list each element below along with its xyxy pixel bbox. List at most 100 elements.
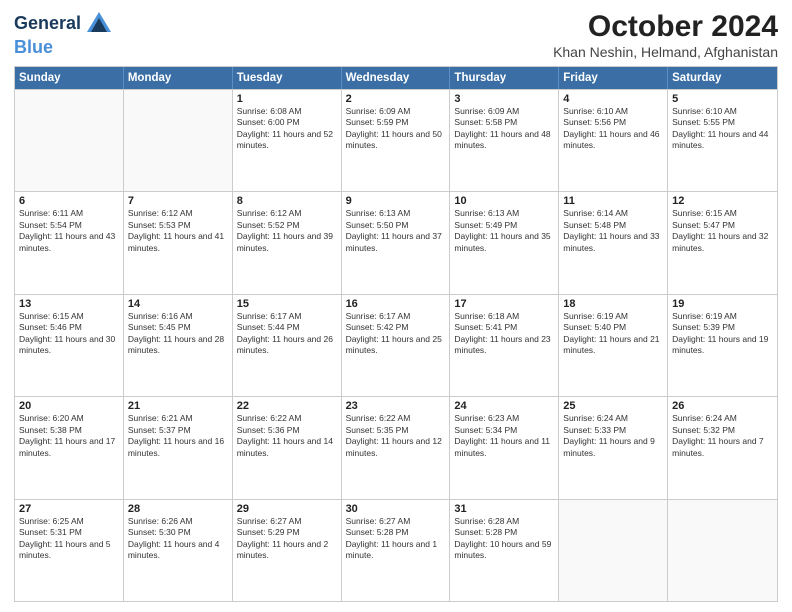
sunset-text: Sunset: 5:28 PM [346,527,409,537]
sunset-text: Sunset: 5:30 PM [128,527,191,537]
day-number: 27 [19,503,119,515]
header-day-tuesday: Tuesday [233,67,342,89]
daylight-text: Daylight: 11 hours and 14 minutes. [237,436,333,457]
day-info: Sunrise: 6:10 AMSunset: 5:56 PMDaylight:… [563,106,663,152]
day-number: 23 [346,400,446,412]
table-row: 7Sunrise: 6:12 AMSunset: 5:53 PMDaylight… [124,192,233,293]
daylight-text: Daylight: 11 hours and 2 minutes. [237,539,329,560]
daylight-text: Daylight: 11 hours and 7 minutes. [672,436,764,457]
table-row: 21Sunrise: 6:21 AMSunset: 5:37 PMDayligh… [124,397,233,498]
calendar-week-4: 27Sunrise: 6:25 AMSunset: 5:31 PMDayligh… [15,499,777,601]
daylight-text: Daylight: 11 hours and 39 minutes. [237,231,333,252]
table-row: 9Sunrise: 6:13 AMSunset: 5:50 PMDaylight… [342,192,451,293]
sunrise-text: Sunrise: 6:14 AM [563,208,628,218]
sunset-text: Sunset: 5:48 PM [563,220,626,230]
day-number: 1 [237,93,337,105]
table-row: 16Sunrise: 6:17 AMSunset: 5:42 PMDayligh… [342,295,451,396]
sunrise-text: Sunrise: 6:08 AM [237,106,302,116]
day-info: Sunrise: 6:22 AMSunset: 5:35 PMDaylight:… [346,413,446,459]
day-number: 16 [346,298,446,310]
table-row: 18Sunrise: 6:19 AMSunset: 5:40 PMDayligh… [559,295,668,396]
table-row: 24Sunrise: 6:23 AMSunset: 5:34 PMDayligh… [450,397,559,498]
table-row: 26Sunrise: 6:24 AMSunset: 5:32 PMDayligh… [668,397,777,498]
table-row: 2Sunrise: 6:09 AMSunset: 5:59 PMDaylight… [342,90,451,191]
table-row: 30Sunrise: 6:27 AMSunset: 5:28 PMDayligh… [342,500,451,601]
day-number: 2 [346,93,446,105]
day-number: 20 [19,400,119,412]
table-row: 25Sunrise: 6:24 AMSunset: 5:33 PMDayligh… [559,397,668,498]
logo-blue-text: Blue [14,38,53,58]
header-day-monday: Monday [124,67,233,89]
sunrise-text: Sunrise: 6:09 AM [346,106,411,116]
sunset-text: Sunset: 5:44 PM [237,322,300,332]
calendar-week-0: 1Sunrise: 6:08 AMSunset: 6:00 PMDaylight… [15,89,777,191]
daylight-text: Daylight: 11 hours and 17 minutes. [19,436,115,457]
sunrise-text: Sunrise: 6:16 AM [128,311,193,321]
sunset-text: Sunset: 5:47 PM [672,220,735,230]
sunrise-text: Sunrise: 6:13 AM [346,208,411,218]
sunset-text: Sunset: 5:40 PM [563,322,626,332]
daylight-text: Daylight: 11 hours and 48 minutes. [454,129,550,150]
table-row: 19Sunrise: 6:19 AMSunset: 5:39 PMDayligh… [668,295,777,396]
table-row [124,90,233,191]
day-info: Sunrise: 6:25 AMSunset: 5:31 PMDaylight:… [19,516,119,562]
table-row [668,500,777,601]
table-row: 8Sunrise: 6:12 AMSunset: 5:52 PMDaylight… [233,192,342,293]
day-number: 15 [237,298,337,310]
sunset-text: Sunset: 5:31 PM [19,527,82,537]
day-number: 5 [672,93,773,105]
table-row: 3Sunrise: 6:09 AMSunset: 5:58 PMDaylight… [450,90,559,191]
day-info: Sunrise: 6:19 AMSunset: 5:40 PMDaylight:… [563,311,663,357]
daylight-text: Daylight: 11 hours and 30 minutes. [19,334,115,355]
sunrise-text: Sunrise: 6:20 AM [19,413,84,423]
day-info: Sunrise: 6:28 AMSunset: 5:28 PMDaylight:… [454,516,554,562]
sunset-text: Sunset: 5:37 PM [128,425,191,435]
sunrise-text: Sunrise: 6:25 AM [19,516,84,526]
daylight-text: Daylight: 11 hours and 46 minutes. [563,129,659,150]
table-row: 29Sunrise: 6:27 AMSunset: 5:29 PMDayligh… [233,500,342,601]
day-number: 18 [563,298,663,310]
sunset-text: Sunset: 5:29 PM [237,527,300,537]
calendar-subtitle: Khan Neshin, Helmand, Afghanistan [553,44,778,60]
day-number: 21 [128,400,228,412]
day-info: Sunrise: 6:22 AMSunset: 5:36 PMDaylight:… [237,413,337,459]
sunset-text: Sunset: 5:55 PM [672,117,735,127]
table-row [15,90,124,191]
calendar-header-row: SundayMondayTuesdayWednesdayThursdayFrid… [15,67,777,89]
sunrise-text: Sunrise: 6:17 AM [237,311,302,321]
day-info: Sunrise: 6:20 AM Sunset: 5:38 PMDaylight:… [19,413,119,459]
sunset-text: Sunset: 5:50 PM [346,220,409,230]
sunrise-text: Sunrise: 6:12 AM [128,208,193,218]
day-number: 24 [454,400,554,412]
day-number: 11 [563,195,663,207]
day-info: Sunrise: 6:27 AMSunset: 5:28 PMDaylight:… [346,516,446,562]
day-number: 10 [454,195,554,207]
sunrise-text: Sunrise: 6:18 AM [454,311,519,321]
table-row: 1Sunrise: 6:08 AMSunset: 6:00 PMDaylight… [233,90,342,191]
calendar-title: October 2024 [553,10,778,44]
sunset-text: Sunset: 5:52 PM [237,220,300,230]
sunrise-text: Sunrise: 6:23 AM [454,413,519,423]
sunrise-text: Sunrise: 6:12 AM [237,208,302,218]
header-day-saturday: Saturday [668,67,777,89]
day-info: Sunrise: 6:15 AMSunset: 5:46 PMDaylight:… [19,311,119,357]
sunset-text: Sunset: 5:36 PM [237,425,300,435]
sunset-text: Sunset: 5:53 PM [128,220,191,230]
sunrise-text: Sunrise: 6:26 AM [128,516,193,526]
page: General Blue October 2024 Khan Neshin, H… [0,0,792,612]
daylight-text: Daylight: 11 hours and 26 minutes. [237,334,333,355]
sunrise-text: Sunrise: 6:24 AM [672,413,737,423]
table-row: 17Sunrise: 6:18 AMSunset: 5:41 PMDayligh… [450,295,559,396]
daylight-text: Daylight: 10 hours and 59 minutes. [454,539,551,560]
sunrise-text: Sunrise: 6:10 AM [563,106,628,116]
day-info: Sunrise: 6:18 AMSunset: 5:41 PMDaylight:… [454,311,554,357]
table-row: 4Sunrise: 6:10 AMSunset: 5:56 PMDaylight… [559,90,668,191]
day-info: Sunrise: 6:17 AMSunset: 5:42 PMDaylight:… [346,311,446,357]
sunset-text: Sunset: 5:38 PM [19,425,82,435]
calendar-week-1: 6Sunrise: 6:11 AMSunset: 5:54 PMDaylight… [15,191,777,293]
daylight-text: Daylight: 11 hours and 11 minutes. [454,436,550,457]
daylight-text: Daylight: 11 hours and 52 minutes. [237,129,333,150]
sunrise-text: Sunrise: 6:22 AM [346,413,411,423]
table-row: 10Sunrise: 6:13 AMSunset: 5:49 PMDayligh… [450,192,559,293]
sunset-text: Sunset: 5:58 PM [454,117,517,127]
